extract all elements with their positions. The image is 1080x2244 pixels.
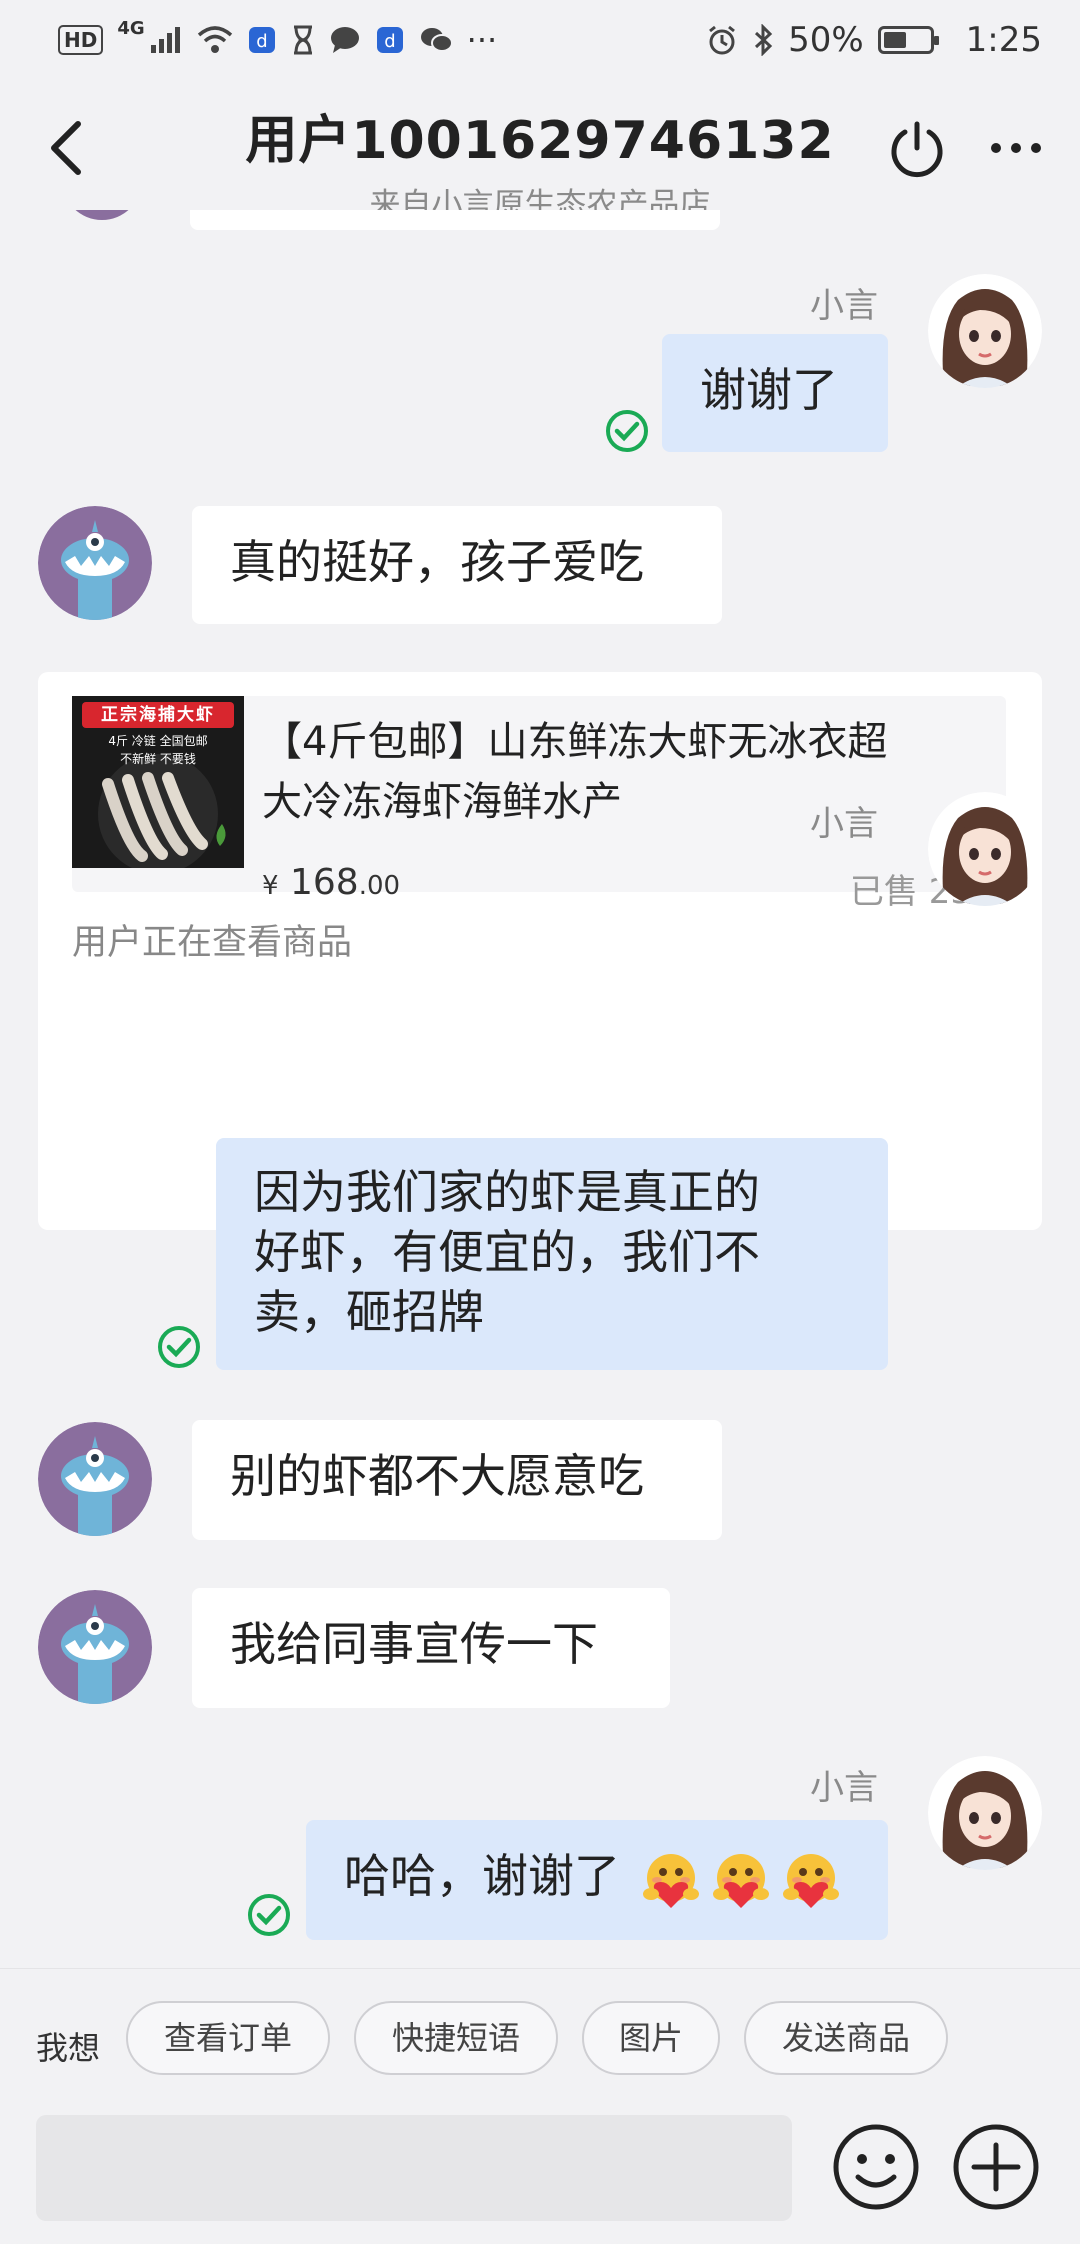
wifi-icon xyxy=(197,26,232,53)
avatar[interactable] xyxy=(38,1590,152,1704)
message-text-line: 卖，砸招牌 xyxy=(254,1285,484,1339)
message-text-line: 好虾，有便宜的，我们不 xyxy=(254,1225,760,1279)
price-decimal: .00 xyxy=(358,871,401,901)
bluetooth-icon xyxy=(755,24,773,56)
heart-hug-emoji-icon xyxy=(642,1853,699,1908)
read-check-icon xyxy=(248,1894,290,1936)
chip-view-orders[interactable]: 查看订单 xyxy=(126,2001,330,2075)
clock: 1:25 xyxy=(965,20,1042,60)
avatar[interactable] xyxy=(38,506,152,620)
battery-icon xyxy=(877,26,939,54)
chat-area[interactable]: 小言 谢谢了 真的挺好，孩子爱吃 正宗海捕大虾 4斤 冷链 全国包邮 不新鲜 不… xyxy=(0,210,1080,1968)
heart-hug-emoji-icon xyxy=(712,1853,769,1908)
girl-avatar-icon xyxy=(928,1756,1042,1870)
read-check-icon xyxy=(606,410,648,452)
signal-icon xyxy=(150,27,180,53)
chat-header: 用户1001629746132 来自小言原生态农产品店 xyxy=(0,80,1080,223)
svg-text:d: d xyxy=(256,31,267,52)
chip-send-product[interactable]: 发送商品 xyxy=(744,2001,948,2075)
message-text: 我给同事宣传一下 xyxy=(230,1617,598,1671)
product-info[interactable]: 正宗海捕大虾 4斤 冷链 全国包邮 不新鲜 不要钱 【4斤包邮】山东鲜冻大虾无冰… xyxy=(72,696,1006,912)
more-notifications-icon: ··· xyxy=(466,21,498,59)
message-text: 真的挺好，孩子爱吃 xyxy=(230,535,644,589)
status-left: HD 4G d d ··· xyxy=(58,18,498,59)
previous-message-fragment xyxy=(190,210,720,230)
product-image-line3: 不新鲜 不要钱 xyxy=(120,752,196,766)
battery-percent: 50% xyxy=(788,20,864,60)
quick-actions-label: 我想 xyxy=(36,2029,101,2067)
message-bubble-outgoing[interactable]: 谢谢了 xyxy=(662,334,888,452)
app-notification-icon: d xyxy=(248,27,275,53)
product-viewing-status: 用户正在查看商品 xyxy=(72,923,353,963)
message-text: 谢谢了 xyxy=(700,363,838,417)
read-check-icon xyxy=(158,1326,200,1368)
product-image-banner: 正宗海捕大虾 xyxy=(101,705,215,725)
monster-avatar-icon xyxy=(38,506,152,620)
avatar-fragment xyxy=(62,210,142,220)
plus-icon[interactable] xyxy=(950,2121,1042,2213)
message-icon xyxy=(330,27,359,53)
status-bar: HD 4G d d ··· 50% 1:25 xyxy=(0,0,1080,80)
message-text-line: 因为我们家的虾是真正的 xyxy=(254,1165,760,1219)
message-bubble-incoming[interactable]: 别的虾都不大愿意吃 xyxy=(192,1420,722,1540)
app-notification-icon-2: d xyxy=(376,27,403,53)
chip-images[interactable]: 图片 xyxy=(582,2001,720,2075)
monster-avatar-icon xyxy=(38,1422,152,1536)
price-symbol: ¥ xyxy=(262,871,279,901)
girl-avatar-icon xyxy=(928,792,1042,906)
message-bubble-incoming[interactable]: 我给同事宣传一下 xyxy=(192,1588,670,1708)
message-bubble-outgoing[interactable]: 哈哈，谢谢了 xyxy=(306,1820,888,1940)
avatar[interactable] xyxy=(928,1756,1042,1870)
sender-name: 小言 xyxy=(810,1768,878,1808)
status-right: 50% 1:25 xyxy=(706,20,1042,60)
avatar[interactable] xyxy=(38,1422,152,1536)
product-image-line2: 4斤 冷链 全国包邮 xyxy=(108,734,208,748)
page-title: 用户1001629746132 xyxy=(245,111,835,171)
more-dots-icon[interactable] xyxy=(988,138,1044,158)
product-image: 正宗海捕大虾 4斤 冷链 全国包邮 不新鲜 不要钱 xyxy=(72,696,244,868)
network-type: 4G xyxy=(117,17,145,39)
wechat-icon xyxy=(420,28,453,52)
svg-text:d: d xyxy=(384,31,395,52)
avatar[interactable] xyxy=(928,274,1042,388)
message-text: 哈哈，谢谢了 xyxy=(344,1849,620,1903)
girl-avatar-icon xyxy=(928,274,1042,388)
input-area: 我想 查看订单 快捷短语 图片 发送商品 xyxy=(0,1968,1080,2244)
message-text: 别的虾都不大愿意吃 xyxy=(230,1449,644,1503)
power-icon[interactable] xyxy=(886,118,948,180)
hd-badge: HD xyxy=(58,25,104,55)
heart-hug-emoji-icon xyxy=(782,1853,839,1908)
price-integer: 168 xyxy=(290,862,359,903)
avatar[interactable] xyxy=(928,792,1042,906)
sender-name: 小言 xyxy=(810,286,878,326)
message-input[interactable] xyxy=(36,2115,792,2221)
product-title-line1: 【4斤包邮】山东鲜冻大虾无冰衣超 xyxy=(262,719,888,765)
back-arrow-icon[interactable] xyxy=(46,118,86,178)
hourglass-icon xyxy=(293,25,312,55)
monster-avatar-icon xyxy=(38,1590,152,1704)
chip-quick-phrases[interactable]: 快捷短语 xyxy=(354,2001,558,2075)
product-price: ¥ 168.00 xyxy=(262,862,400,903)
alarm-icon xyxy=(709,25,735,55)
message-bubble-outgoing[interactable]: 因为我们家的虾是真正的 好虾，有便宜的，我们不 卖，砸招牌 xyxy=(216,1138,888,1370)
emoji-smile-icon[interactable] xyxy=(830,2121,922,2213)
title-block: 用户1001629746132 来自小言原生态农产品店 xyxy=(160,98,920,224)
sender-name: 小言 xyxy=(810,804,878,844)
message-bubble-incoming[interactable]: 真的挺好，孩子爱吃 xyxy=(192,506,722,624)
